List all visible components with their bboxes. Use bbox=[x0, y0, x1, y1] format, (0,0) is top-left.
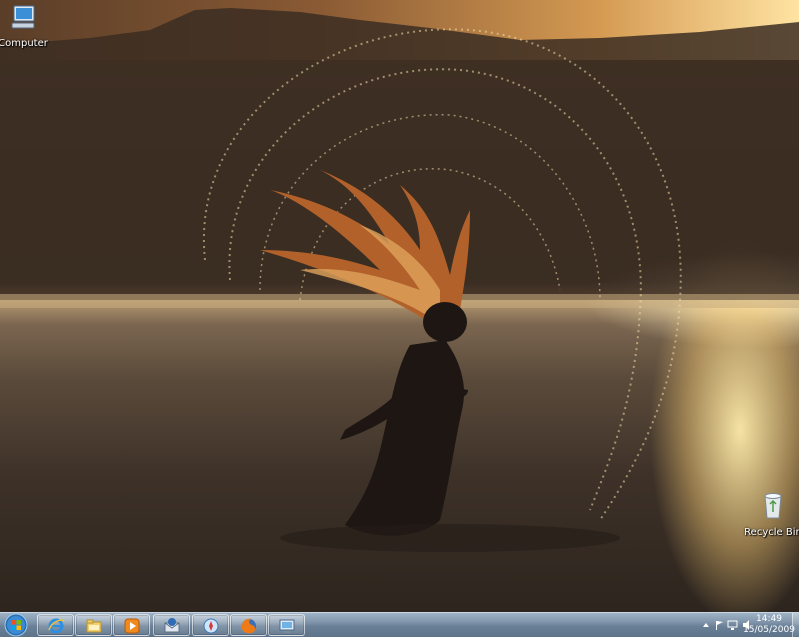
recycle-bin-icon bbox=[764, 493, 782, 519]
internet-explorer-icon bbox=[48, 618, 65, 634]
taskbar-button-media-player[interactable] bbox=[113, 614, 150, 636]
thunderbird-icon bbox=[164, 618, 180, 633]
taskbar-button-internet-explorer[interactable] bbox=[37, 614, 74, 636]
wallpaper-figure bbox=[202, 28, 682, 552]
desktop-icon-computer[interactable]: Computer bbox=[0, 3, 58, 50]
clock-time: 14:49 bbox=[756, 614, 782, 624]
desktop-icon-recycle-bin[interactable]: Recycle Bin bbox=[738, 490, 799, 539]
taskbar-button-thunderbird[interactable] bbox=[153, 614, 190, 636]
file-explorer-icon bbox=[86, 619, 102, 633]
computer-icon bbox=[11, 5, 35, 29]
safari-icon bbox=[203, 618, 219, 634]
clock-date: 15/05/2009 bbox=[743, 625, 795, 635]
clock[interactable]: 14:49 15/05/2009 bbox=[741, 614, 797, 636]
taskbar-button-safari[interactable] bbox=[192, 614, 229, 636]
taskbar: 14:49 15/05/2009 bbox=[0, 612, 799, 637]
taskbar-button-firefox[interactable] bbox=[230, 614, 267, 636]
network-icon[interactable] bbox=[727, 620, 738, 630]
show-desktop-button[interactable] bbox=[792, 613, 799, 637]
flag-icon[interactable] bbox=[716, 621, 723, 630]
windows-start-orb-icon bbox=[4, 613, 28, 637]
remote-desktop-icon bbox=[279, 619, 295, 633]
desktop[interactable]: Computer Recycle Bin bbox=[0, 0, 799, 612]
firefox-icon bbox=[242, 618, 256, 634]
taskbar-button-remote-desktop[interactable] bbox=[268, 614, 305, 636]
show-hidden-icons-chevron[interactable] bbox=[703, 623, 709, 627]
taskbar-button-explorer[interactable] bbox=[75, 614, 112, 636]
desktop-icon-label: Recycle Bin bbox=[744, 527, 799, 538]
media-player-icon bbox=[124, 618, 140, 634]
desktop-icon-label: Computer bbox=[0, 38, 48, 49]
start-button[interactable] bbox=[2, 613, 32, 637]
